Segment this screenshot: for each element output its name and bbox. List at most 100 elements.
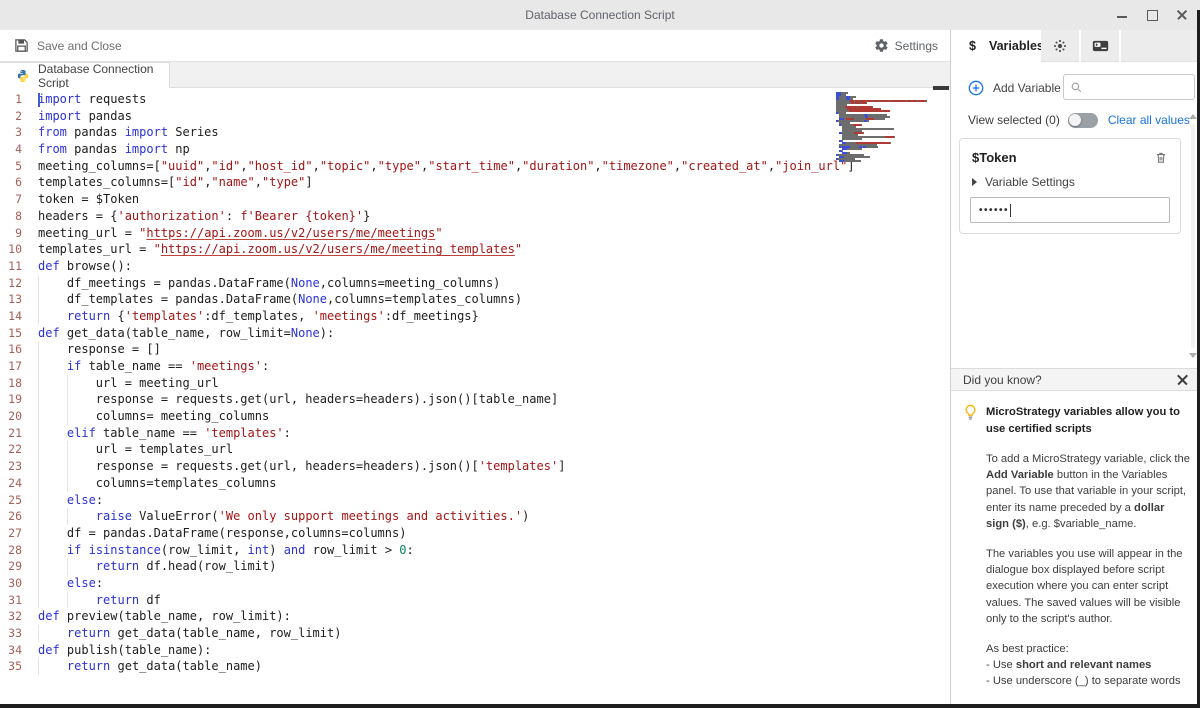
tip-paragraph-1: To add a MicroStrategy variable, click t…: [986, 451, 1190, 532]
right-panel: $ Variables Add Variable: [950, 30, 1200, 704]
clear-all-values-link[interactable]: Clear all values: [1108, 113, 1190, 127]
code-line[interactable]: 2import pandas: [0, 108, 950, 125]
variable-settings-label: Variable Settings: [985, 175, 1075, 189]
toolbar: Save and Close Settings: [0, 30, 950, 62]
variable-value-input[interactable]: ••••••: [970, 197, 1170, 223]
code-line[interactable]: 17 if table_name == 'meetings':: [0, 358, 950, 375]
minimize-button[interactable]: [1116, 8, 1130, 22]
add-variable-label: Add Variable: [993, 81, 1061, 95]
scroll-up-icon[interactable]: [1189, 114, 1197, 119]
search-icon: [1070, 81, 1083, 94]
tip-title-row: MicroStrategy variables allow you to use…: [951, 391, 1200, 437]
code-line[interactable]: 12 df_meetings = pandas.DataFrame(None,c…: [0, 275, 950, 292]
code-line[interactable]: 16 response = []: [0, 341, 950, 358]
scroll-down-icon[interactable]: [1189, 353, 1197, 358]
code-line[interactable]: 28 if isinstance(row_limit, int) and row…: [0, 542, 950, 559]
code-line[interactable]: 11def browse():: [0, 258, 950, 275]
maximize-button[interactable]: [1146, 8, 1160, 22]
variables-tab-label: Variables: [989, 39, 1044, 53]
code-line[interactable]: 34def publish(table_name):: [0, 642, 950, 659]
code-line[interactable]: 1import requests: [0, 91, 950, 108]
app-window: Database Connection Script Save and Clos…: [0, 0, 1200, 708]
view-selected-toggle[interactable]: [1068, 113, 1098, 128]
code-line[interactable]: 15def get_data(table_name, row_limit=Non…: [0, 325, 950, 342]
titlebar: Database Connection Script: [0, 0, 1200, 30]
code-line[interactable]: 3from pandas import Series: [0, 124, 950, 141]
variable-settings-expander[interactable]: Variable Settings: [960, 165, 1180, 189]
code-lines: 1import requests2import pandas3from pand…: [0, 91, 950, 675]
close-tips-button[interactable]: [1176, 373, 1190, 387]
code-line[interactable]: 18 url = meeting_url: [0, 375, 950, 392]
close-button[interactable]: [1176, 8, 1190, 22]
code-editor[interactable]: 1import requests2import pandas3from pand…: [0, 88, 950, 704]
text-cursor: [38, 93, 40, 107]
code-line[interactable]: 27 df = pandas.DataFrame(response,column…: [0, 525, 950, 542]
save-and-close-label: Save and Close: [37, 39, 122, 53]
save-and-close-button[interactable]: Save and Close: [14, 38, 122, 53]
did-you-know-header: Did you know?: [951, 368, 1200, 391]
tip-best-practice: As best practice:- Use short and relevan…: [986, 641, 1190, 690]
python-icon: [16, 69, 30, 83]
code-line[interactable]: 10templates_url = "https://api.zoom.us/v…: [0, 241, 950, 258]
variable-card: $Token Variable Settings ••••••: [959, 138, 1181, 234]
settings-button[interactable]: Settings: [874, 38, 938, 53]
code-line[interactable]: 14 return {'templates':df_templates, 'me…: [0, 308, 950, 325]
tab-packages[interactable]: [1041, 30, 1079, 62]
code-line[interactable]: 6templates_columns=["id","name","type"]: [0, 174, 950, 191]
variable-name: $Token: [972, 150, 1017, 165]
code-line[interactable]: 19 response = requests.get(url, headers=…: [0, 391, 950, 408]
code-line[interactable]: 7token = $Token: [0, 191, 950, 208]
header-filler: [1121, 30, 1200, 62]
did-you-know-panel: Did you know? MicroStrategy variables al…: [951, 368, 1200, 704]
code-line[interactable]: 21 elif table_name == 'templates':: [0, 425, 950, 442]
code-line[interactable]: 24 columns=templates_columns: [0, 475, 950, 492]
caret-right-icon: [972, 178, 977, 186]
tab-console[interactable]: [1081, 30, 1119, 62]
right-panel-header: $ Variables: [951, 30, 1200, 62]
code-line[interactable]: 32def preview(table_name, row_limit):: [0, 608, 950, 625]
window-controls: [1116, 0, 1190, 30]
window-title: Database Connection Script: [0, 8, 1200, 22]
settings-label: Settings: [895, 39, 938, 53]
code-line[interactable]: 33 return get_data(table_name, row_limit…: [0, 625, 950, 642]
delete-variable-button[interactable]: [1154, 150, 1168, 165]
dollar-icon: $: [969, 39, 976, 53]
code-line[interactable]: 25 else:: [0, 492, 950, 509]
code-line[interactable]: 22 url = templates_url: [0, 441, 950, 458]
code-line[interactable]: 9meeting_url = "https://api.zoom.us/v2/u…: [0, 225, 950, 242]
view-selected-label: View selected (0): [968, 113, 1060, 127]
code-line[interactable]: 8headers = {'authorization': f'Bearer {t…: [0, 208, 950, 225]
code-line[interactable]: 5meeting_columns=["uuid","id","host_id",…: [0, 158, 950, 175]
lightbulb-icon: [964, 404, 977, 437]
code-line[interactable]: 29 return df.head(row_limit): [0, 558, 950, 575]
variable-card-header: $Token: [960, 139, 1180, 165]
view-selected-row: View selected (0) Clear all values: [951, 108, 1200, 132]
editor-resize-handle[interactable]: [933, 86, 949, 90]
window-bottom-edge: [0, 704, 1200, 708]
tab-label: Database Connection Script: [38, 62, 169, 90]
code-line[interactable]: 31 return df: [0, 592, 950, 609]
code-line[interactable]: 13 df_templates = pandas.DataFrame(None,…: [0, 291, 950, 308]
scrollbar-track: [1191, 124, 1195, 348]
code-line[interactable]: 20 columns= meeting_columns: [0, 408, 950, 425]
code-line[interactable]: 35 return get_data(table_name): [0, 658, 950, 675]
save-icon: [14, 38, 29, 53]
gear-icon: [874, 38, 889, 53]
code-line[interactable]: 4from pandas import np: [0, 141, 950, 158]
packages-icon: [1052, 38, 1068, 54]
tip-paragraph-2: The variables you use will appear in the…: [986, 546, 1190, 627]
code-line[interactable]: 26 raise ValueError('We only support mee…: [0, 508, 950, 525]
code-line[interactable]: 23 response = requests.get(url, headers=…: [0, 458, 950, 475]
tab-variables[interactable]: $ Variables: [951, 30, 1041, 62]
tab-database-connection-script[interactable]: Database Connection Script: [0, 62, 170, 88]
add-circle-icon: [968, 80, 984, 96]
minimap[interactable]: [836, 92, 946, 168]
console-icon: [1092, 39, 1109, 53]
tab-bar: Database Connection Script: [0, 62, 950, 88]
tip-title: MicroStrategy variables allow you to use…: [986, 404, 1184, 437]
variable-search-input[interactable]: [1087, 81, 1182, 93]
toggle-knob: [1069, 114, 1081, 126]
masked-value: ••••••: [979, 205, 1009, 216]
code-line[interactable]: 30 else:: [0, 575, 950, 592]
input-cursor: [1010, 204, 1011, 217]
